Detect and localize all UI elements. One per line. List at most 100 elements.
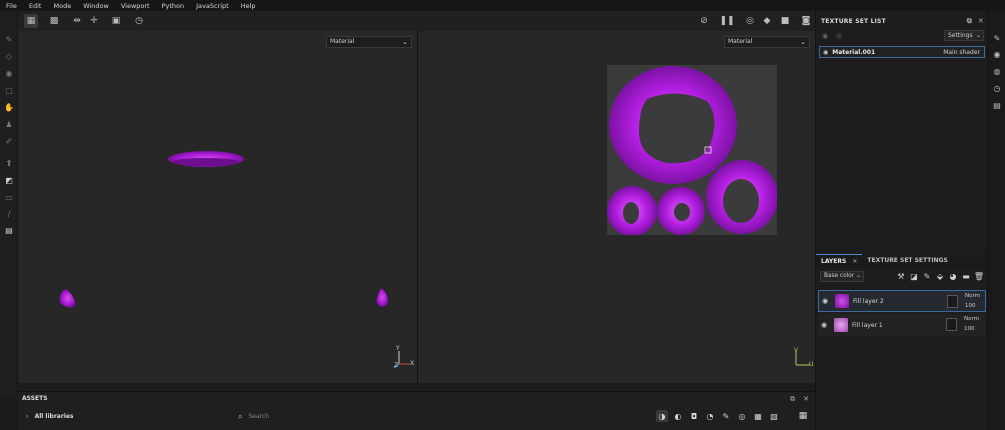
display-settings-icon[interactable]: ◉ (992, 49, 1002, 59)
folder-icon[interactable]: ▬ (961, 271, 971, 281)
layer-thumbnail (834, 318, 848, 332)
delete-icon[interactable]: 🗑 (974, 271, 984, 281)
brush-icon[interactable]: ✎ (4, 34, 14, 44)
alphas-filter-icon[interactable]: ◎ (736, 410, 748, 422)
axis-icon[interactable]: ✛ (87, 14, 101, 28)
chevron-down-icon: ⌄ (975, 32, 981, 39)
viewport-2d-material-select[interactable]: Material ⌄ (724, 36, 810, 48)
texture-set-name: Material.001 (832, 48, 876, 56)
clone-icon[interactable]: ♟ (4, 119, 14, 129)
menu-window[interactable]: Window (77, 2, 115, 10)
cube-icon[interactable]: ◆ (760, 14, 774, 28)
menu-help[interactable]: Help (235, 2, 262, 10)
layer-name: Fill layer 1 (852, 321, 883, 329)
notes-icon[interactable]: ▤ (4, 225, 14, 235)
grid-view-icon[interactable]: ▦ (797, 410, 809, 422)
bake-icon[interactable]: ⇪ (4, 158, 14, 168)
undock-icon[interactable]: ⧉ (790, 395, 795, 404)
layers-tabs: LAYERS ✕ TEXTURE SET SETTINGS (816, 254, 988, 268)
video-icon[interactable]: ■ (778, 14, 792, 28)
viewport-3d[interactable]: Material ⌄ Y X Z (18, 31, 417, 383)
smudge-icon[interactable]: ✋ (4, 102, 14, 112)
settings-label: Settings (948, 32, 973, 39)
brushes-filter-icon[interactable]: ✎ (720, 410, 732, 422)
texture-set-list-header: TEXTURE SET LIST ⧉ ✕ (816, 13, 988, 29)
shader-settings-icon[interactable]: ◍ (992, 66, 1002, 76)
materials-filter-icon[interactable]: ◑ (656, 410, 668, 422)
layer-row[interactable]: ◉ Fill layer 2 Norm 100 (818, 290, 986, 312)
layer-mask-thumbnail[interactable] (946, 318, 957, 331)
texture-set-shader[interactable]: Main shader (943, 49, 980, 56)
close-icon[interactable]: ✕ (978, 17, 984, 26)
uv-texture-canvas[interactable] (607, 65, 778, 236)
menu-edit[interactable]: Edit (23, 2, 48, 10)
eye-icon[interactable]: ◉ (822, 297, 832, 305)
eye-icon[interactable]: ◉ (823, 49, 828, 56)
display-icon[interactable]: ⊘ (697, 14, 711, 28)
search-icon: ⌕ (238, 411, 243, 421)
library-selector[interactable]: › All libraries (26, 413, 74, 420)
history-icon[interactable]: ◷ (992, 83, 1002, 93)
eye-icon[interactable]: ◉ (822, 32, 828, 40)
polygon-fill-icon[interactable]: ◩ (4, 175, 14, 185)
symmetry-icon[interactable]: ⇹ (70, 14, 84, 28)
uv-island-large (609, 66, 737, 184)
eraser-icon[interactable]: ◇ (4, 51, 14, 61)
eye-solo-icon[interactable]: ◎ (836, 32, 842, 40)
smart-material-icon[interactable]: ◕ (948, 271, 958, 281)
layer-blend-mode[interactable]: Norm (964, 316, 979, 322)
eye-icon[interactable]: ◉ (821, 321, 831, 329)
effects-icon[interactable]: ⚒ (896, 271, 906, 281)
menu-python[interactable]: Python (156, 2, 191, 10)
layer-mask-thumbnail[interactable] (947, 295, 958, 308)
grid-dense-icon[interactable]: ▩ (47, 14, 61, 28)
texture-set-list-title: TEXTURE SET LIST (821, 17, 886, 25)
measure-icon[interactable]: ▭ (4, 192, 14, 202)
frame-icon[interactable]: ▣ (109, 14, 123, 28)
menu-file[interactable]: File (0, 2, 23, 10)
geometry-fill-icon[interactable]: ▢ (4, 85, 14, 95)
filters-filter-icon[interactable]: ◔ (704, 410, 716, 422)
texture-set-row[interactable]: ◉ Material.001 Main shader (819, 46, 985, 58)
close-icon[interactable]: ✕ (803, 395, 809, 404)
grid-icon[interactable]: ▦ (24, 14, 38, 28)
torus-right-mesh (376, 288, 389, 307)
assets-search[interactable]: ⌕ Search (238, 411, 638, 422)
viewport-2d[interactable]: Material ⌄ V U (418, 31, 815, 383)
camera-orbit-icon[interactable]: ◎ (743, 14, 757, 28)
grunges-filter-icon[interactable]: ▦ (752, 410, 764, 422)
tab-layers[interactable]: LAYERS ✕ (816, 254, 863, 268)
smart-materials-filter-icon[interactable]: ◐ (672, 410, 684, 422)
fill-layer-icon[interactable]: ⬙ (935, 271, 945, 281)
uv-island-bottom-middle (657, 187, 705, 235)
add-mask-icon[interactable]: ◪ (909, 271, 919, 281)
layer-name: Fill layer 2 (853, 297, 884, 305)
menu-mode[interactable]: Mode (47, 2, 77, 10)
screenshot-icon[interactable]: ◙ (799, 14, 813, 28)
textures-filter-icon[interactable]: ◘ (688, 410, 700, 422)
channel-select[interactable]: Base color ⌄ (820, 271, 864, 282)
viewport-3d-canvas (59, 151, 410, 369)
uv-island-bottom-left (607, 186, 657, 236)
menu-viewport[interactable]: Viewport (115, 2, 156, 10)
axis-y-label: Y (396, 345, 400, 352)
brush-settings-icon[interactable]: ✎ (992, 33, 1002, 43)
layer-blend-mode[interactable]: Norm (965, 293, 980, 299)
environments-filter-icon[interactable]: ▧ (768, 410, 780, 422)
tab-texture-set-settings[interactable]: TEXTURE SET SETTINGS (862, 254, 952, 268)
log-icon[interactable]: ▤ (992, 100, 1002, 110)
close-icon[interactable]: ✕ (852, 258, 857, 265)
settings-dropdown[interactable]: Settings ⌄ (944, 30, 984, 41)
history-icon[interactable]: ◷ (132, 14, 146, 28)
ruler-icon[interactable]: ∕ (4, 209, 14, 219)
material-select-label: Material (728, 38, 753, 45)
menu-javascript[interactable]: JavaScript (190, 2, 235, 10)
layer-opacity[interactable]: 100 (965, 303, 976, 309)
layer-row[interactable]: ◉ Fill layer 1 Norm 100 (818, 314, 986, 336)
color-picker-icon[interactable]: ✐ (4, 136, 14, 146)
pause-icon[interactable]: ❚❚ (719, 14, 734, 28)
paint-layer-icon[interactable]: ✎ (922, 271, 932, 281)
projection-icon[interactable]: ◉ (4, 68, 14, 78)
layer-opacity[interactable]: 100 (964, 326, 975, 332)
undock-icon[interactable]: ⧉ (967, 17, 972, 26)
